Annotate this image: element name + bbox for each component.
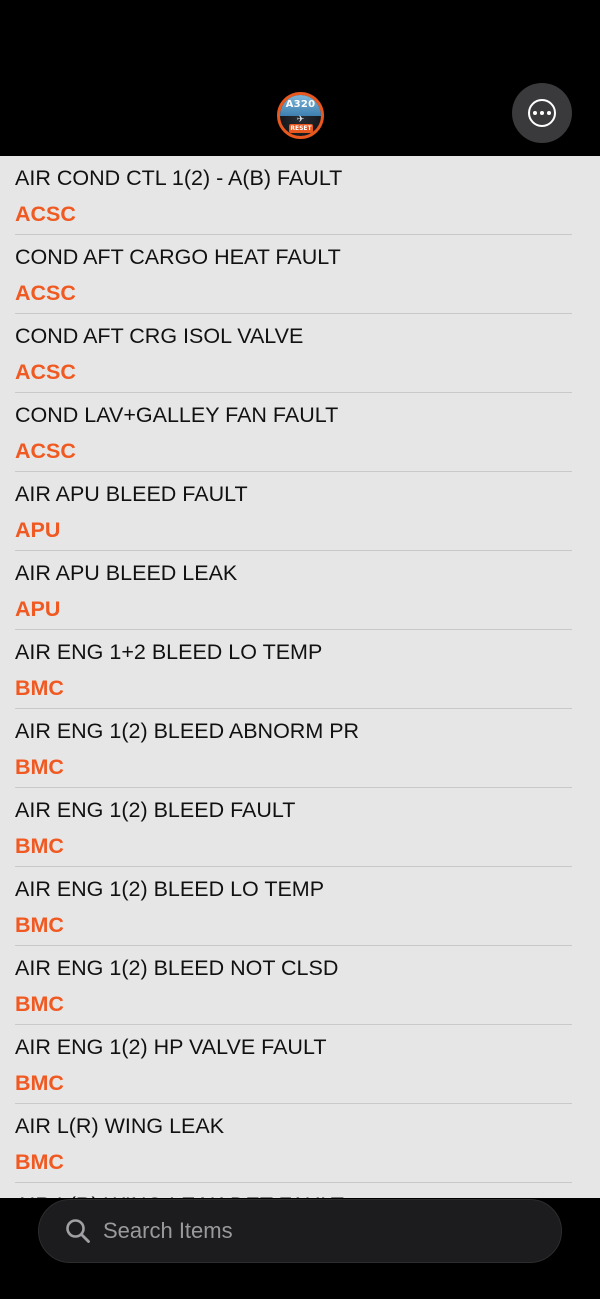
item-title: COND AFT CARGO HEAT FAULT	[15, 245, 341, 269]
item-system: BMC	[15, 834, 64, 858]
item-system: BMC	[15, 992, 64, 1016]
item-system: BMC	[15, 913, 64, 937]
ellipsis-circle-icon	[528, 99, 556, 127]
item-system: APU	[15, 518, 61, 542]
list-item[interactable]: AIR L(R) WING LEAK BMC	[0, 1104, 600, 1183]
item-system: BMC	[15, 676, 64, 700]
item-title: COND LAV+GALLEY FAN FAULT	[15, 403, 339, 427]
list-item[interactable]: AIR ENG 1(2) BLEED LO TEMP BMC	[0, 867, 600, 946]
header: A320 ✈ RESET	[0, 0, 600, 156]
item-title: AIR APU BLEED LEAK	[15, 561, 238, 585]
list-item[interactable]: COND AFT CRG ISOL VALVE ACSC	[0, 314, 600, 393]
item-system: APU	[15, 597, 61, 621]
search-icon	[66, 1219, 90, 1243]
logo-bottom-text: RESET	[289, 124, 313, 133]
item-title: AIR ENG 1(2) BLEED LO TEMP	[15, 877, 325, 901]
list-item[interactable]: AIR ENG 1(2) HP VALVE FAULT BMC	[0, 1025, 600, 1104]
list-item[interactable]: AIR ENG 1(2) BLEED NOT CLSD BMC	[0, 946, 600, 1025]
item-system: ACSC	[15, 281, 76, 305]
list-item[interactable]: COND LAV+GALLEY FAN FAULT ACSC	[0, 393, 600, 472]
item-title: AIR ENG 1(2) BLEED FAULT	[15, 798, 296, 822]
item-system: ACSC	[15, 202, 76, 226]
item-title: AIR ENG 1+2 BLEED LO TEMP	[15, 640, 323, 664]
search-bar[interactable]	[38, 1199, 562, 1263]
app-logo: A320 ✈ RESET	[277, 92, 324, 139]
item-system: BMC	[15, 1150, 64, 1174]
item-title: AIR COND CTL 1(2) - A(B) FAULT	[15, 166, 343, 190]
list-item[interactable]: COND AFT CARGO HEAT FAULT ACSC	[0, 235, 600, 314]
item-system: ACSC	[15, 360, 76, 384]
list-item[interactable]: AIR ENG 1(2) BLEED FAULT BMC	[0, 788, 600, 867]
items-list: AIR COND CTL 1(2) - A(B) FAULT ACSC COND A…	[0, 156, 600, 1198]
item-title: AIR APU BLEED FAULT	[15, 482, 248, 506]
more-menu-button[interactable]	[512, 83, 572, 143]
list-item[interactable]: AIR L(R) WING LEAK DET FAULT	[0, 1183, 600, 1198]
item-title: COND AFT CRG ISOL VALVE	[15, 324, 304, 348]
item-system: BMC	[15, 1071, 64, 1095]
list-item[interactable]: AIR APU BLEED LEAK APU	[0, 551, 600, 630]
logo-top-text: A320	[285, 99, 316, 110]
item-title: AIR ENG 1(2) HP VALVE FAULT	[15, 1035, 327, 1059]
item-title: AIR ENG 1(2) BLEED NOT CLSD	[15, 956, 339, 980]
item-system: BMC	[15, 755, 64, 779]
item-title: AIR ENG 1(2) BLEED ABNORM PR	[15, 719, 360, 743]
item-system: ACSC	[15, 439, 76, 463]
list-item[interactable]: AIR COND CTL 1(2) - A(B) FAULT ACSC	[0, 156, 600, 235]
list-item[interactable]: AIR ENG 1(2) BLEED ABNORM PR BMC	[0, 709, 600, 788]
search-input[interactable]	[103, 1218, 523, 1244]
list-item[interactable]: AIR APU BLEED FAULT APU	[0, 472, 600, 551]
list-item[interactable]: AIR ENG 1+2 BLEED LO TEMP BMC	[0, 630, 600, 709]
item-title: AIR L(R) WING LEAK	[15, 1114, 225, 1138]
